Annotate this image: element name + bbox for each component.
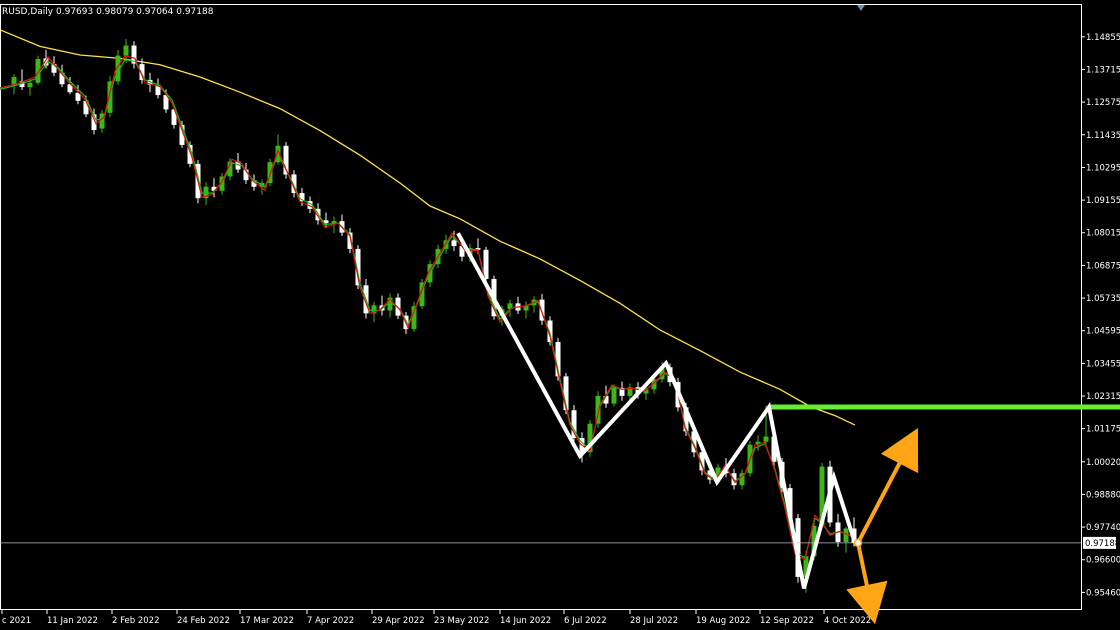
y-tick-label-7: 1.06875	[1086, 261, 1120, 271]
y-tick-label-4: 1.10295	[1086, 163, 1120, 173]
y-tick-label-13: 1.00020	[1086, 458, 1120, 468]
y-tick-label-14: 0.98880	[1086, 490, 1120, 500]
y-tick-label-16: 0.96600	[1086, 556, 1120, 566]
x-tick-label-1: 11 Jan 2022	[47, 616, 98, 626]
x-tick-label-11: 19 Aug 2022	[696, 616, 750, 626]
y-tick-label-12: 1.01175	[1086, 425, 1120, 435]
y-tick-label-3: 1.11435	[1086, 131, 1120, 141]
y-tick-label-1: 1.13715	[1086, 65, 1120, 75]
x-tick-label-12: 12 Sep 2022	[760, 616, 814, 626]
x-tick-label-2: 2 Feb 2022	[112, 616, 160, 626]
x-tick-label-6: 29 Apr 2022	[372, 616, 425, 626]
y-tick-label-2: 1.12575	[1086, 98, 1120, 108]
price-tag-value: 0.97188	[1085, 539, 1120, 549]
x-tick-label-10: 28 Jul 2022	[630, 616, 678, 626]
x-tick-label-4: 17 Mar 2022	[240, 616, 294, 626]
y-tick-label-10: 1.03455	[1086, 359, 1120, 369]
x-tick-label-5: 7 Apr 2022	[307, 616, 354, 626]
price-chart[interactable]: RUSD,Daily 0.97693 0.98079 0.97064 0.971…	[0, 0, 1120, 630]
y-tick-label-17: 0.95460	[1086, 588, 1120, 598]
y-tick-label-6: 1.08015	[1086, 229, 1120, 239]
candle-body-14	[123, 45, 129, 56]
current-price-tag: 0.97188	[1083, 536, 1120, 549]
candle-body-3	[35, 59, 41, 83]
x-tick-label-7: 23 May 2022	[434, 616, 489, 626]
chart-header-symbol: RUSD,Daily	[2, 7, 54, 17]
x-tick-label-3: 24 Feb 2022	[177, 616, 230, 626]
chart-header-ohlc: 0.97693 0.98079 0.97064 0.97188	[56, 7, 214, 17]
y-tick-label-15: 0.97740	[1086, 523, 1120, 533]
candle-body-94	[763, 436, 769, 442]
y-tick-label-9: 1.04595	[1086, 327, 1120, 337]
candle-body-55	[451, 240, 457, 247]
y-tick-label-11: 1.02315	[1086, 392, 1120, 402]
candle-body-54	[443, 240, 449, 249]
x-tick-label-8: 14 Jun 2022	[500, 616, 551, 626]
y-tick-label-8: 1.05735	[1086, 294, 1120, 304]
candle-body-75	[611, 387, 617, 404]
x-tick-label-9: 6 Jul 2022	[564, 616, 607, 626]
y-tick-label-0: 1.14855	[1086, 33, 1120, 43]
candle-body-2	[27, 82, 33, 88]
arrow-origin-dot	[853, 538, 863, 548]
x-tick-label-0: c 2021	[2, 616, 31, 626]
x-tick-label-13: 4 Oct 2022	[824, 616, 871, 626]
y-tick-label-5: 1.09155	[1086, 196, 1120, 206]
